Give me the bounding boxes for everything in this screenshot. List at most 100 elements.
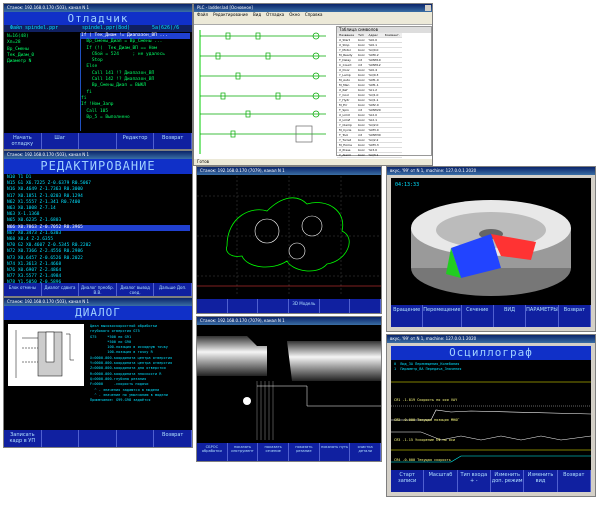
table-cell: %MW12 <box>366 62 383 68</box>
shift-dialog-button[interactable]: Диалог сдвига <box>42 283 80 296</box>
plc-window: PLC - ladder.lad [Основное] Файл Редакти… <box>193 3 433 166</box>
fkey-empty[interactable] <box>320 299 351 313</box>
scope-header: Осциллограф <box>391 346 591 360</box>
debugger-window: Станок: 192.168.0.170 (503), канал N 1 О… <box>3 3 193 150</box>
menu-debug[interactable]: Отладка <box>266 12 284 18</box>
start-record-button[interactable]: Старт записи <box>391 470 425 492</box>
title-bar: вкус, '99' от N 1, machine: 127.0.0.1 20… <box>387 167 595 175</box>
part-3d-svg <box>411 200 571 296</box>
move-button[interactable]: Перемещение <box>423 305 462 327</box>
section-button[interactable]: Сечение <box>462 305 494 327</box>
debugger-header: Отладчик <box>4 12 192 25</box>
col-header: Название <box>337 33 357 38</box>
contour-fkeys: 3D Модель <box>197 299 381 313</box>
scale-button[interactable]: Масштаб <box>424 470 458 492</box>
title-bar: Станок: 192.168.0.170 (7079), канал N 1 <box>197 167 381 175</box>
transform-dialog-button[interactable]: Диалог преобр. В.В. <box>79 283 117 296</box>
show-path-button[interactable]: показать путь <box>320 443 351 461</box>
view-button[interactable]: ВИД <box>494 305 527 327</box>
channel-line: СЯ1 -1.819 Скорость по оси VAY <box>394 398 458 402</box>
fkey-empty[interactable] <box>79 133 117 149</box>
menu-file[interactable]: Файл <box>197 12 208 18</box>
scope-screen[interactable]: Осциллограф 0 Вид_ЗА Перемещения_Колебан… <box>391 346 591 470</box>
ladder-diagram[interactable] <box>196 26 334 156</box>
table-cell: %MW20 <box>366 107 383 113</box>
step-button[interactable]: Шаг <box>42 133 80 149</box>
table-cell: %MW10 <box>366 57 383 63</box>
fkey-empty[interactable] <box>117 430 155 447</box>
editor-header: РЕДАКТИРОВАНИЕ <box>4 159 192 174</box>
fkey-empty[interactable] <box>79 430 117 447</box>
file-info-bar: Файл spindel.ppr spindel.ppr(8od) 5а(626… <box>4 25 192 32</box>
scope-window: вкус, '99' от N 1, machine: 127.0.0.1 20… <box>386 334 596 497</box>
return-button[interactable]: Возврат <box>154 430 192 447</box>
contour-window: Станок: 192.168.0.170 (7079), канал N 1 … <box>196 166 382 314</box>
more-button[interactable]: Дальше Доп. <box>154 283 192 296</box>
title-bar: вкус, '99' от N 1, machine: 127.0.0.1 20… <box>387 335 595 343</box>
menu-edit[interactable]: Редактирование <box>213 12 248 18</box>
debugger-fkeys: Начать отладку Шаг Редактор Возврат <box>4 133 192 149</box>
menu-view[interactable]: Вид <box>253 12 261 18</box>
program-field: spindel.ppr(8od) <box>82 25 131 31</box>
change-mode-button[interactable]: Изменить доп. режим <box>491 470 525 492</box>
drill-cycle-diagram <box>8 324 84 386</box>
symbol-table-panel: Таблица символов Название Тип Адрес Коммент… <box>336 26 432 163</box>
return-button[interactable]: Возврат <box>559 305 592 327</box>
show-tool-button[interactable]: показать инструмент <box>228 443 259 461</box>
table-cell: %MW30 <box>366 132 383 138</box>
editor-window: Станок: 192.168.0.170 (503), канал N 1 Р… <box>3 150 193 297</box>
show-section-button[interactable]: показать сечение <box>258 443 290 461</box>
block-cancel-button[interactable]: Блок отмены <box>4 283 42 296</box>
start-debug-button[interactable]: Начать отладку <box>4 133 42 149</box>
drill-diagram-svg <box>15 330 74 378</box>
symbol-table[interactable]: Название Тип Адрес Коммент. X_Start bool %I0.… <box>337 33 402 163</box>
render-viewport[interactable]: 04:13:33 <box>391 178 591 307</box>
dialog-header: ДИАЛОГ <box>4 306 192 320</box>
status-bar: Готов <box>194 159 432 165</box>
fkey-empty[interactable] <box>228 299 259 313</box>
table-body: X_Start bool %I0.0 X_Stop bool %I0.1 Y_Motor bo… <box>337 37 402 163</box>
file-field: Файл spindel.ppr <box>10 25 59 31</box>
turning-fkeys: СБРОС обработки показать инструмент пока… <box>197 443 381 461</box>
fkey-empty[interactable] <box>258 299 290 313</box>
channel-labels: СЯ1 -1.819 Скорость по оси VAY СЯ2 -0.00… <box>394 390 459 470</box>
time-readout: 04:13:33 <box>395 182 420 188</box>
parameters-button[interactable]: ПАРАМЕТРЫ <box>526 305 559 327</box>
write-block-button[interactable]: Записать кадр в УП <box>4 430 42 447</box>
input-type-button[interactable]: Тип входа + - <box>458 470 491 492</box>
debugger-vars: N=16(48) Хп=28 Вр_Смены Тек_Диам_0 Диаме… <box>7 34 79 65</box>
title-bar: Станок: 192.168.0.170 (503), канал N 1 <box>4 298 192 306</box>
render3d-fkeys: Вращение Перемещение Сечение ВИД ПАРАМЕТ… <box>391 305 592 327</box>
show-cutting-button[interactable]: показать резание <box>289 443 320 461</box>
toolbar <box>194 18 432 25</box>
fkey-empty[interactable] <box>42 430 80 447</box>
contour-plot <box>197 176 381 294</box>
fkey-empty[interactable] <box>197 299 228 313</box>
code-line: Вр_5 = Выполнено <box>81 114 130 120</box>
channel-line: СЯ2 -0.000 Текущая позиция МНОГ <box>394 418 460 422</box>
fkey-empty[interactable] <box>350 299 381 313</box>
return-button[interactable]: Возврат <box>154 133 192 149</box>
clear-part-button[interactable]: очистка детали <box>350 443 381 461</box>
title-bar: Станок: 192.168.0.170 (503), канал N 1 <box>4 151 192 159</box>
scope-fkeys: Старт записи Масштаб Тип входа + - Измен… <box>391 470 591 492</box>
editor-button[interactable]: Редактор <box>117 133 155 149</box>
desc-line: Примечание: G99-G98 задаётся <box>90 398 151 403</box>
reset-machining-button[interactable]: СБРОС обработки <box>197 443 228 461</box>
close-icon[interactable] <box>425 5 431 11</box>
channel-line: СЯ4 -0.000 Текущая скорость <box>394 458 451 462</box>
ladder-svg <box>199 30 326 154</box>
change-view-button[interactable]: Изменить вид <box>524 470 558 492</box>
render3d-window: вкус, '99' от N 1, machine: 127.0.0.1 20… <box>386 166 596 332</box>
col-header: Коммент. <box>382 33 402 38</box>
menu-window[interactable]: Окно <box>289 12 300 18</box>
output-dialog-button[interactable]: Диалог вывод соед. <box>117 283 155 296</box>
editor-text[interactable]: N10 T1 D1 N15 G1 X6.7225 Z-0.6379 R0.506… <box>7 175 190 287</box>
menu-help[interactable]: Справка <box>305 12 323 18</box>
title-bar: PLC - ladder.lad [Основное] <box>194 4 432 12</box>
title-bar: Станок: 192.168.0.170 (503), канал N 1 <box>4 4 192 12</box>
model-3d-button[interactable]: 3D Модель <box>289 299 320 313</box>
return-button[interactable]: Возврат <box>558 470 591 492</box>
rotate-button[interactable]: Вращение <box>391 305 424 327</box>
debugger-code[interactable]: If ( Тек_Диам != Диапазон_ВП ... Вр_Смен… <box>80 33 190 131</box>
